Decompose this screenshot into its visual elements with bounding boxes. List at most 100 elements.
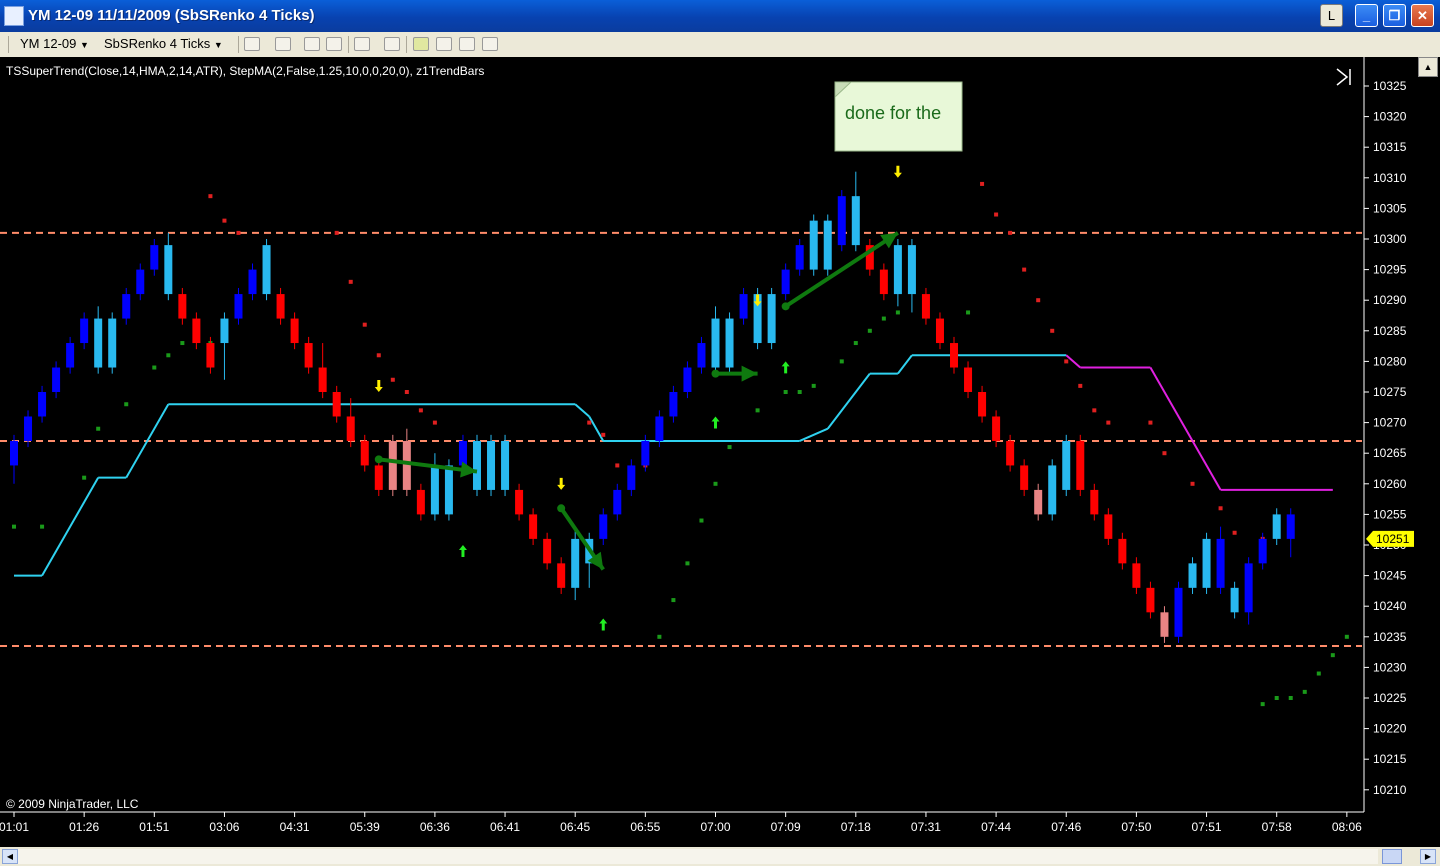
candle — [1048, 459, 1057, 521]
candle-body — [487, 440, 496, 490]
supertrend-segment — [588, 415, 605, 442]
y-tick-label: 10265 — [1373, 446, 1407, 460]
candle-body — [248, 269, 257, 295]
chart-panel[interactable]: TSSuperTrend(Close,14,HMA,2,14,ATR), Ste… — [0, 57, 1440, 847]
candle-body — [290, 318, 299, 344]
toolbar-separator — [238, 36, 239, 53]
trend-arrow-anchor — [711, 369, 720, 378]
stepma-dot-up — [657, 634, 662, 639]
x-tick-label: 06:45 — [560, 820, 590, 834]
minimize-button[interactable]: _ — [1355, 4, 1378, 27]
candle-body — [837, 196, 846, 246]
candle-body — [360, 440, 369, 466]
instrument-label: YM 12-09 — [20, 36, 77, 51]
candle-body — [851, 196, 860, 246]
x-tick-label: 06:41 — [490, 820, 520, 834]
vertical-scrollbar[interactable] — [1418, 57, 1438, 847]
scroll-track[interactable] — [18, 849, 1378, 864]
candle-body — [374, 465, 383, 490]
candle — [1160, 606, 1169, 643]
candle — [613, 483, 622, 521]
app-icon — [4, 6, 24, 26]
candle — [964, 361, 973, 399]
stepma-dot-up — [166, 353, 171, 358]
candle — [921, 287, 930, 325]
y-tick-label: 10285 — [1373, 324, 1407, 338]
candle — [837, 190, 846, 252]
candle — [627, 459, 636, 497]
indicators-icon[interactable] — [436, 37, 452, 51]
price-chart[interactable]: TSSuperTrend(Close,14,HMA,2,14,ATR), Ste… — [0, 57, 1418, 847]
candle-body — [599, 514, 608, 539]
candle — [823, 214, 832, 276]
candle — [1132, 557, 1141, 594]
stepma-dot-up — [96, 426, 101, 431]
x-tick-label: 07:09 — [771, 820, 801, 834]
supertrend-segment — [41, 477, 100, 577]
horizontal-scrollbar[interactable]: ◀ ▶ — [0, 847, 1440, 866]
candle-body — [1034, 489, 1043, 515]
candle-body — [52, 367, 61, 392]
drawn-trend-arrow[interactable] — [557, 504, 605, 571]
strategy-icon[interactable] — [413, 37, 429, 51]
x-tick-label: 06:55 — [630, 820, 660, 834]
stepma-dot-down — [1078, 383, 1083, 388]
properties-icon[interactable] — [384, 37, 400, 51]
candle-body — [1160, 612, 1169, 637]
candle — [122, 287, 131, 325]
draw-tool-icon[interactable] — [275, 37, 291, 51]
candle — [950, 336, 959, 374]
crosshair-icon[interactable] — [354, 37, 370, 51]
maximize-button[interactable]: ❐ — [1383, 4, 1406, 27]
chart-type-selector[interactable]: SbSRenko 4 Ticks ▼ — [104, 36, 223, 51]
collapse-panel-icon[interactable] — [1336, 68, 1351, 86]
bar-type-icon[interactable] — [244, 37, 260, 51]
x-tick-label: 07:00 — [700, 820, 730, 834]
chart-type-label: SbSRenko 4 Ticks — [104, 36, 211, 51]
candle-body — [1146, 587, 1155, 613]
candle-body — [543, 538, 552, 564]
annotation-note[interactable]: done for the — [834, 81, 963, 152]
scroll-right-arrow-icon[interactable]: ▶ — [1420, 849, 1436, 864]
instrument-selector[interactable]: YM 12-09 ▼ — [20, 36, 89, 51]
last-price-marker: 10251 — [1366, 530, 1414, 547]
close-button[interactable]: ✕ — [1411, 4, 1434, 27]
stepma-dot-down — [418, 408, 423, 413]
data-box-icon[interactable] — [482, 37, 498, 51]
scroll-left-arrow-icon[interactable]: ◀ — [2, 849, 18, 864]
zoom-out-icon[interactable] — [326, 37, 342, 51]
stepma-dot-up — [699, 518, 704, 523]
candle — [557, 557, 566, 594]
stepma-dot-down — [390, 377, 395, 382]
toolbar-separator — [348, 36, 349, 53]
candle-body — [458, 440, 467, 466]
candle-body — [515, 489, 524, 515]
candle-body — [80, 318, 89, 344]
candle-body — [1258, 538, 1267, 564]
stepma-dot-down — [208, 194, 213, 199]
stepma-dot-down — [1148, 420, 1153, 425]
stepma-dot-up — [152, 365, 157, 370]
stepma-dot-down — [222, 218, 227, 223]
zoom-in-icon[interactable] — [304, 37, 320, 51]
candle-body — [627, 465, 636, 490]
trend-arrow-head — [741, 365, 758, 382]
candle-body — [1006, 440, 1015, 466]
drawn-trend-arrow[interactable] — [711, 365, 758, 382]
x-tick-label: 04:31 — [280, 820, 310, 834]
candle-body — [444, 465, 453, 515]
scroll-thumb[interactable] — [1382, 849, 1402, 864]
y-tick-label: 10300 — [1373, 232, 1407, 246]
candle — [879, 263, 888, 301]
stepma-dot-down — [1190, 481, 1195, 486]
stepma-dot-down — [404, 390, 409, 394]
candle — [767, 287, 776, 350]
link-button[interactable]: L — [1320, 4, 1343, 27]
candle — [1202, 532, 1211, 594]
scroll-up-arrow-icon[interactable]: ▲ — [1418, 57, 1438, 77]
candle — [220, 312, 229, 380]
stepma-dot-up — [853, 341, 858, 346]
candle — [669, 385, 678, 423]
data-series-icon[interactable] — [459, 37, 475, 51]
candle-body — [921, 294, 930, 319]
